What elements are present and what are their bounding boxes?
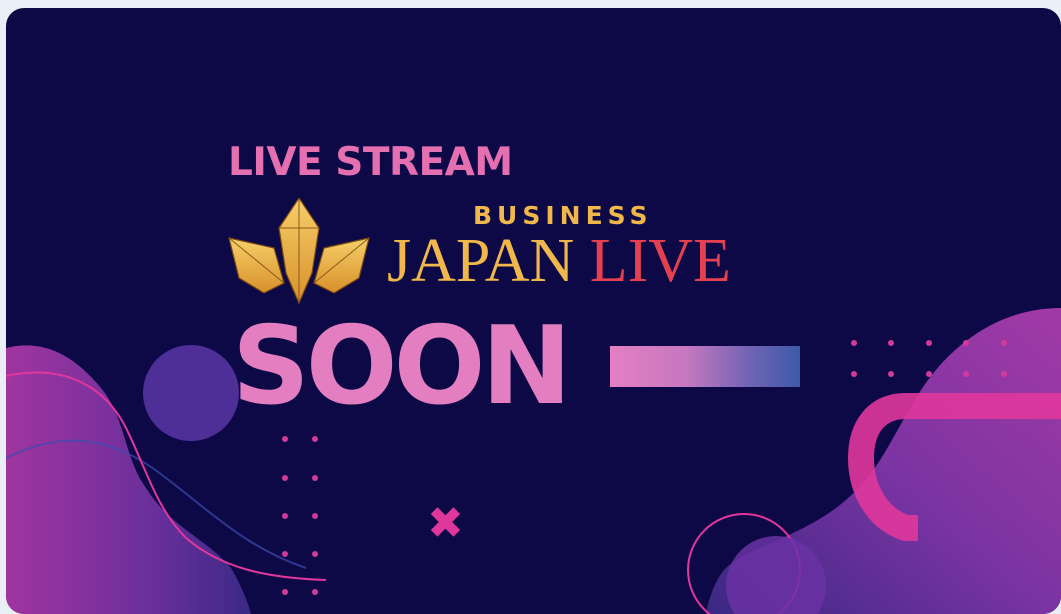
business-label: BUSINESS bbox=[473, 201, 653, 230]
japan-word: JAPAN bbox=[387, 227, 575, 295]
left-dots bbox=[282, 436, 318, 595]
banner-card: LIVE STREAM BUSINESS JAPAN LIVE SOON ✖ bbox=[6, 8, 1061, 614]
japan-live-title: JAPAN LIVE bbox=[387, 230, 731, 292]
cross-icon: ✖ bbox=[427, 498, 464, 549]
lotus-crystal-icon bbox=[228, 198, 370, 305]
live-word: LIVE bbox=[589, 227, 731, 295]
soon-heading: SOON bbox=[232, 304, 572, 429]
gradient-bar bbox=[610, 346, 800, 387]
left-circle bbox=[143, 345, 239, 441]
live-stream-heading: LIVE STREAM bbox=[228, 140, 513, 185]
